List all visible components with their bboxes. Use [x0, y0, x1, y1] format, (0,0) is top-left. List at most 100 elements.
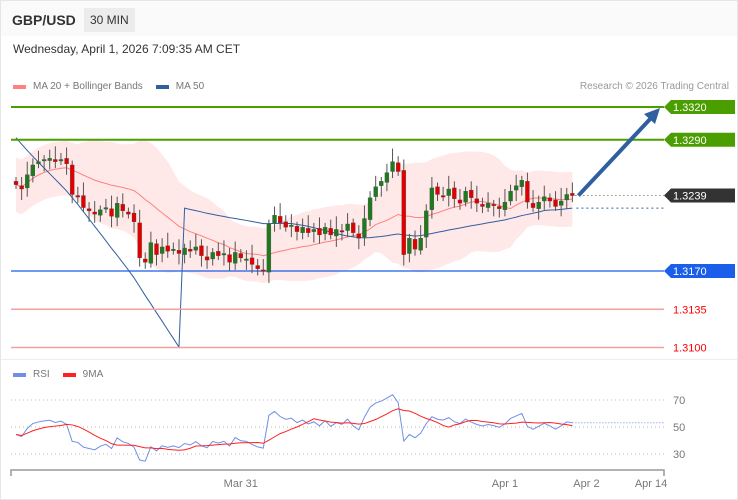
candle-down: [70, 164, 75, 195]
candle-down: [216, 251, 221, 256]
candle-down: [199, 245, 204, 256]
candle-down: [143, 258, 148, 263]
candle-down: [469, 189, 474, 198]
candle-up: [148, 242, 154, 264]
candle-down: [165, 245, 170, 252]
resistance-level-label: 1.3290: [673, 135, 707, 147]
candle-up: [25, 174, 30, 189]
candle-down: [339, 230, 345, 233]
candle-up: [300, 227, 305, 233]
candle-down: [92, 211, 97, 215]
candle-up: [289, 224, 294, 227]
candle-down: [457, 199, 463, 204]
candle-down: [553, 199, 558, 207]
candle-up: [362, 218, 367, 238]
candle-up: [424, 210, 429, 238]
candle-down: [401, 170, 406, 255]
candle-up: [272, 215, 277, 224]
candle-up: [558, 200, 564, 206]
support-level-label: 1.3135: [673, 304, 707, 316]
candle-down: [452, 187, 457, 199]
candle-down: [351, 222, 356, 233]
candle-up: [233, 252, 238, 264]
candle-up: [519, 180, 524, 187]
candle-up: [373, 186, 378, 197]
rsi-tick-label: 30: [673, 449, 685, 461]
candle-up: [103, 207, 109, 210]
candle-up: [564, 194, 569, 201]
candle-up: [58, 159, 64, 162]
candle-down: [176, 250, 182, 254]
candle-up: [514, 185, 519, 191]
candle-up: [36, 161, 41, 165]
candle-up: [367, 197, 373, 220]
candle-down: [86, 208, 92, 212]
candle-down: [440, 195, 446, 198]
candle-down: [13, 181, 19, 185]
candle-down: [154, 243, 159, 255]
time-axis-label: Apr 1: [492, 478, 518, 490]
candle-down: [109, 208, 114, 217]
candle-down: [137, 222, 142, 259]
candle-down: [255, 265, 260, 269]
candle-up: [322, 227, 328, 234]
candle-down: [525, 181, 530, 203]
pivot-level-label: 1.3170: [673, 266, 707, 278]
candle-down: [227, 254, 232, 263]
candle-down: [480, 204, 485, 207]
candle-up: [463, 191, 468, 203]
price-chart[interactable]: 1.3320 1.3290 1.3239 1.3170 1.3135 1.3100 70 50…: [0, 0, 738, 500]
candle-down: [238, 253, 243, 259]
candle-down: [75, 195, 80, 198]
candle-up: [266, 223, 272, 273]
candle-up: [334, 229, 339, 237]
candle-down: [306, 228, 311, 233]
candle-up: [41, 159, 47, 162]
support-level-label: 1.3100: [673, 343, 707, 355]
rsi-tick-label: 50: [673, 422, 685, 434]
candle-down: [19, 185, 24, 190]
candle-up: [390, 161, 395, 172]
candle-up: [30, 164, 36, 177]
candle-up: [47, 158, 52, 161]
candle-up: [418, 238, 423, 251]
candle-up: [536, 201, 541, 209]
candle-up: [98, 209, 103, 216]
candle-up: [159, 246, 165, 254]
candle-down: [435, 186, 440, 195]
candle-up: [244, 258, 249, 261]
candle-up: [429, 187, 435, 210]
candle-down: [131, 212, 137, 222]
time-axis-label: Apr 2: [573, 478, 599, 490]
candle-down: [570, 193, 575, 196]
candle-up: [221, 253, 227, 256]
time-axis-label: Apr 14: [635, 478, 667, 490]
candle-down: [188, 248, 193, 252]
candle-down: [474, 198, 479, 204]
candle-down: [317, 228, 322, 236]
candle-up: [407, 238, 412, 254]
time-axis: [10, 469, 665, 476]
candle-up: [379, 181, 384, 186]
candle-down: [283, 221, 288, 228]
candle-down: [294, 226, 300, 232]
candle-down: [277, 216, 283, 224]
candle-down: [328, 228, 333, 236]
candle-down: [81, 195, 86, 208]
candle-down: [396, 162, 401, 172]
candle-down: [261, 269, 266, 272]
last-level-label: 1.3239: [673, 191, 707, 203]
candle-down: [249, 257, 255, 265]
candle-up: [182, 247, 187, 255]
candle-up: [115, 203, 120, 218]
candle-up: [485, 203, 491, 208]
candle-down: [126, 211, 131, 215]
candle-down: [120, 204, 125, 212]
forecast-arrow: [576, 115, 654, 197]
candle-up: [384, 172, 390, 183]
candle-down: [491, 204, 496, 206]
candle-up: [311, 229, 317, 232]
candle-down: [204, 256, 210, 261]
candle-down: [497, 206, 502, 209]
candle-down: [64, 158, 69, 165]
